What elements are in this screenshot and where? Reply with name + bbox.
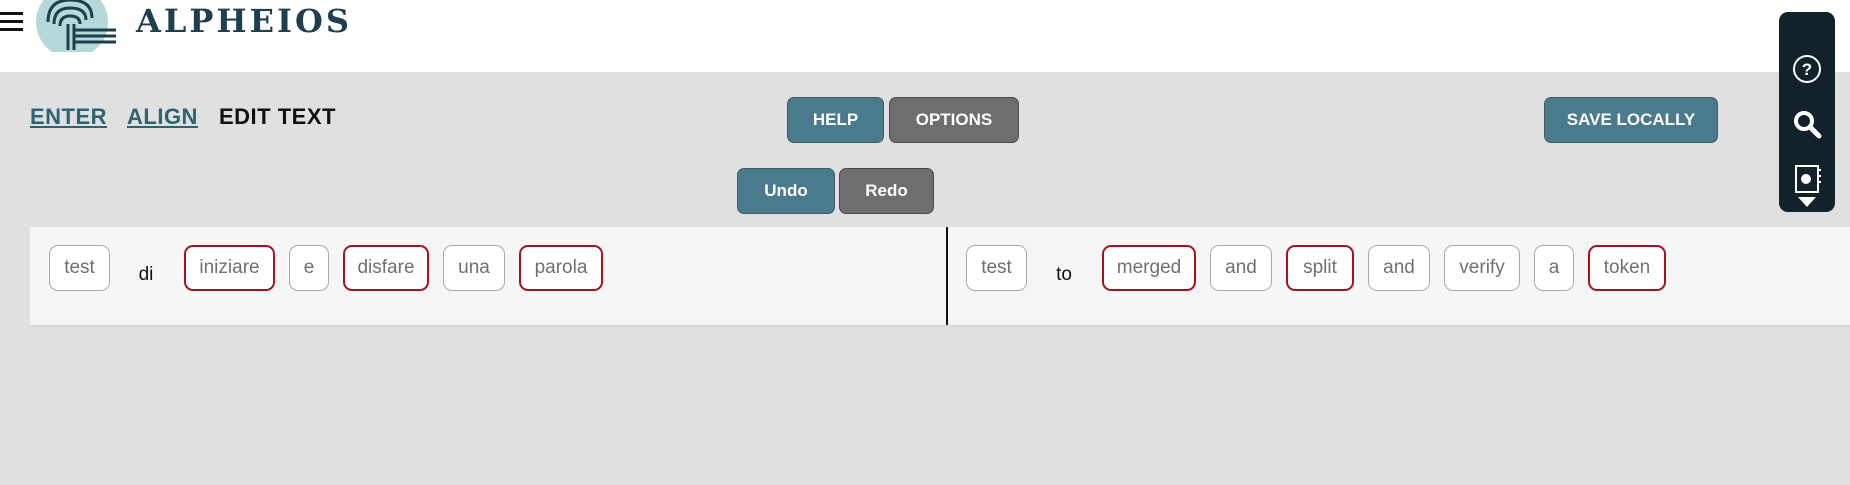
help-button[interactable]: HELP xyxy=(787,97,884,143)
nav-edit-text-current: EDIT TEXT xyxy=(219,104,336,129)
text-divider xyxy=(946,227,948,325)
origin-token[interactable]: test xyxy=(49,245,110,291)
chevron-down-icon[interactable] xyxy=(1792,195,1822,209)
top-bar: ALPHEIOS xyxy=(0,0,1850,72)
target-token[interactable]: to xyxy=(1044,252,1084,298)
alpheios-side-panel: ? xyxy=(1779,12,1835,212)
origin-token-merged[interactable]: disfare xyxy=(343,245,429,291)
undo-button[interactable]: Undo xyxy=(737,168,835,214)
origin-token-merged[interactable]: parola xyxy=(519,245,603,291)
alpheios-logo-icon xyxy=(36,0,116,52)
search-icon[interactable] xyxy=(1792,109,1822,139)
options-button[interactable]: OPTIONS xyxy=(889,97,1019,143)
target-token[interactable]: and xyxy=(1210,245,1272,291)
target-token[interactable]: and xyxy=(1368,245,1430,291)
alpheios-logo-text: ALPHEIOS xyxy=(136,2,352,40)
target-token[interactable]: test xyxy=(966,245,1027,291)
target-token-merged[interactable]: merged xyxy=(1102,245,1196,291)
hamburger-menu-icon[interactable] xyxy=(0,12,24,32)
inflections-browser-icon[interactable] xyxy=(1792,164,1822,194)
target-token[interactable]: verify xyxy=(1444,245,1520,291)
origin-token[interactable]: una xyxy=(443,245,505,291)
origin-token[interactable]: di xyxy=(126,252,166,298)
target-token[interactable]: a xyxy=(1534,245,1574,291)
help-icon[interactable]: ? xyxy=(1792,54,1822,84)
save-locally-button[interactable]: SAVE LOCALLY xyxy=(1544,97,1718,143)
redo-button[interactable]: Redo xyxy=(839,168,934,214)
svg-text:?: ? xyxy=(1802,60,1812,79)
origin-token[interactable]: e xyxy=(289,245,329,291)
origin-token-merged[interactable]: iniziare xyxy=(184,245,275,291)
target-token-merged[interactable]: token xyxy=(1588,245,1666,291)
nav-enter-link[interactable]: ENTER xyxy=(30,104,107,130)
target-token-merged[interactable]: split xyxy=(1286,245,1354,291)
nav-align-link[interactable]: ALIGN xyxy=(127,104,198,130)
